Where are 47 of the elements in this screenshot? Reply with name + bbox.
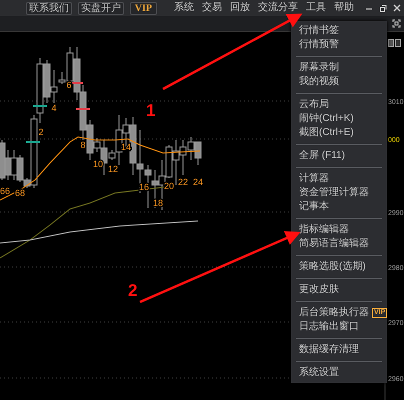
menu-item[interactable]: 我的视频 [299,75,339,89]
menu-bar-item[interactable]: 工具 [305,2,327,14]
menu-item[interactable]: 计算器 [299,172,329,186]
candle-label: 4 [52,103,56,113]
menu-item[interactable]: 日志输出窗口 [299,320,359,334]
menu-item[interactable]: 策略选股(选期) [299,260,366,274]
menu-bar-item[interactable]: 交流分享 [257,2,299,14]
signal-marker [76,108,90,110]
signal-marker [33,105,47,107]
menu-item[interactable]: 后台策略执行器 [299,306,369,320]
menu-bar-item[interactable]: 系统 [173,2,195,14]
menu-bar-item[interactable]: 回放 [229,2,251,14]
toolbar-button[interactable]: 联系我们 [26,2,72,14]
menu-item[interactable]: 记事本 [299,200,329,214]
candle-label: 10 [93,159,103,169]
candle-label: 8 [80,140,86,150]
signal-marker [26,141,40,143]
annotation-number: 2 [128,281,138,300]
toolbar-button[interactable]: 实盘开户 [78,2,124,14]
menu-item[interactable]: 数据缓存清理 [299,343,359,357]
menu-item[interactable]: 闹钟(Ctrl+K) [299,112,354,126]
menu-item[interactable]: 行情书签 [299,24,339,38]
menu-item[interactable]: 行情预警 [299,38,339,52]
candle-label: 20 [164,181,174,191]
menu-item[interactable]: 云布局 [299,98,329,112]
restore-icon[interactable] [379,4,387,12]
candle-label: 68 [15,188,25,198]
fullscreen-icon[interactable] [392,19,401,28]
candle-label: 66 [0,186,10,196]
candle-label: 12 [108,164,118,174]
menu-item[interactable]: 屏幕录制 [299,61,339,75]
menu-item[interactable]: 简易语言编辑器 [299,237,369,251]
candle-label: 2 [38,127,44,137]
candle-label: 22 [178,177,188,187]
menu-bar-item[interactable]: 帮助 [333,2,355,14]
close-icon[interactable] [393,4,401,12]
menu-item[interactable]: 更改皮肤 [299,283,339,297]
menu-item[interactable]: 指标编辑器 [299,223,349,237]
menu-item[interactable]: 资金管理计算器 [299,186,369,200]
vip-button[interactable]: VIP [130,2,157,14]
annotation-number: 1 [146,101,156,120]
menu-item[interactable]: 截图(Ctrl+E) [299,126,354,140]
menu-item[interactable]: 全屏 (F11) [299,149,345,163]
menu-bar-item[interactable]: 交易 [201,2,223,14]
candle-label: 6 [66,80,72,90]
menu-item[interactable]: 系统设置 [299,366,339,380]
candle-label: 24 [193,177,203,187]
